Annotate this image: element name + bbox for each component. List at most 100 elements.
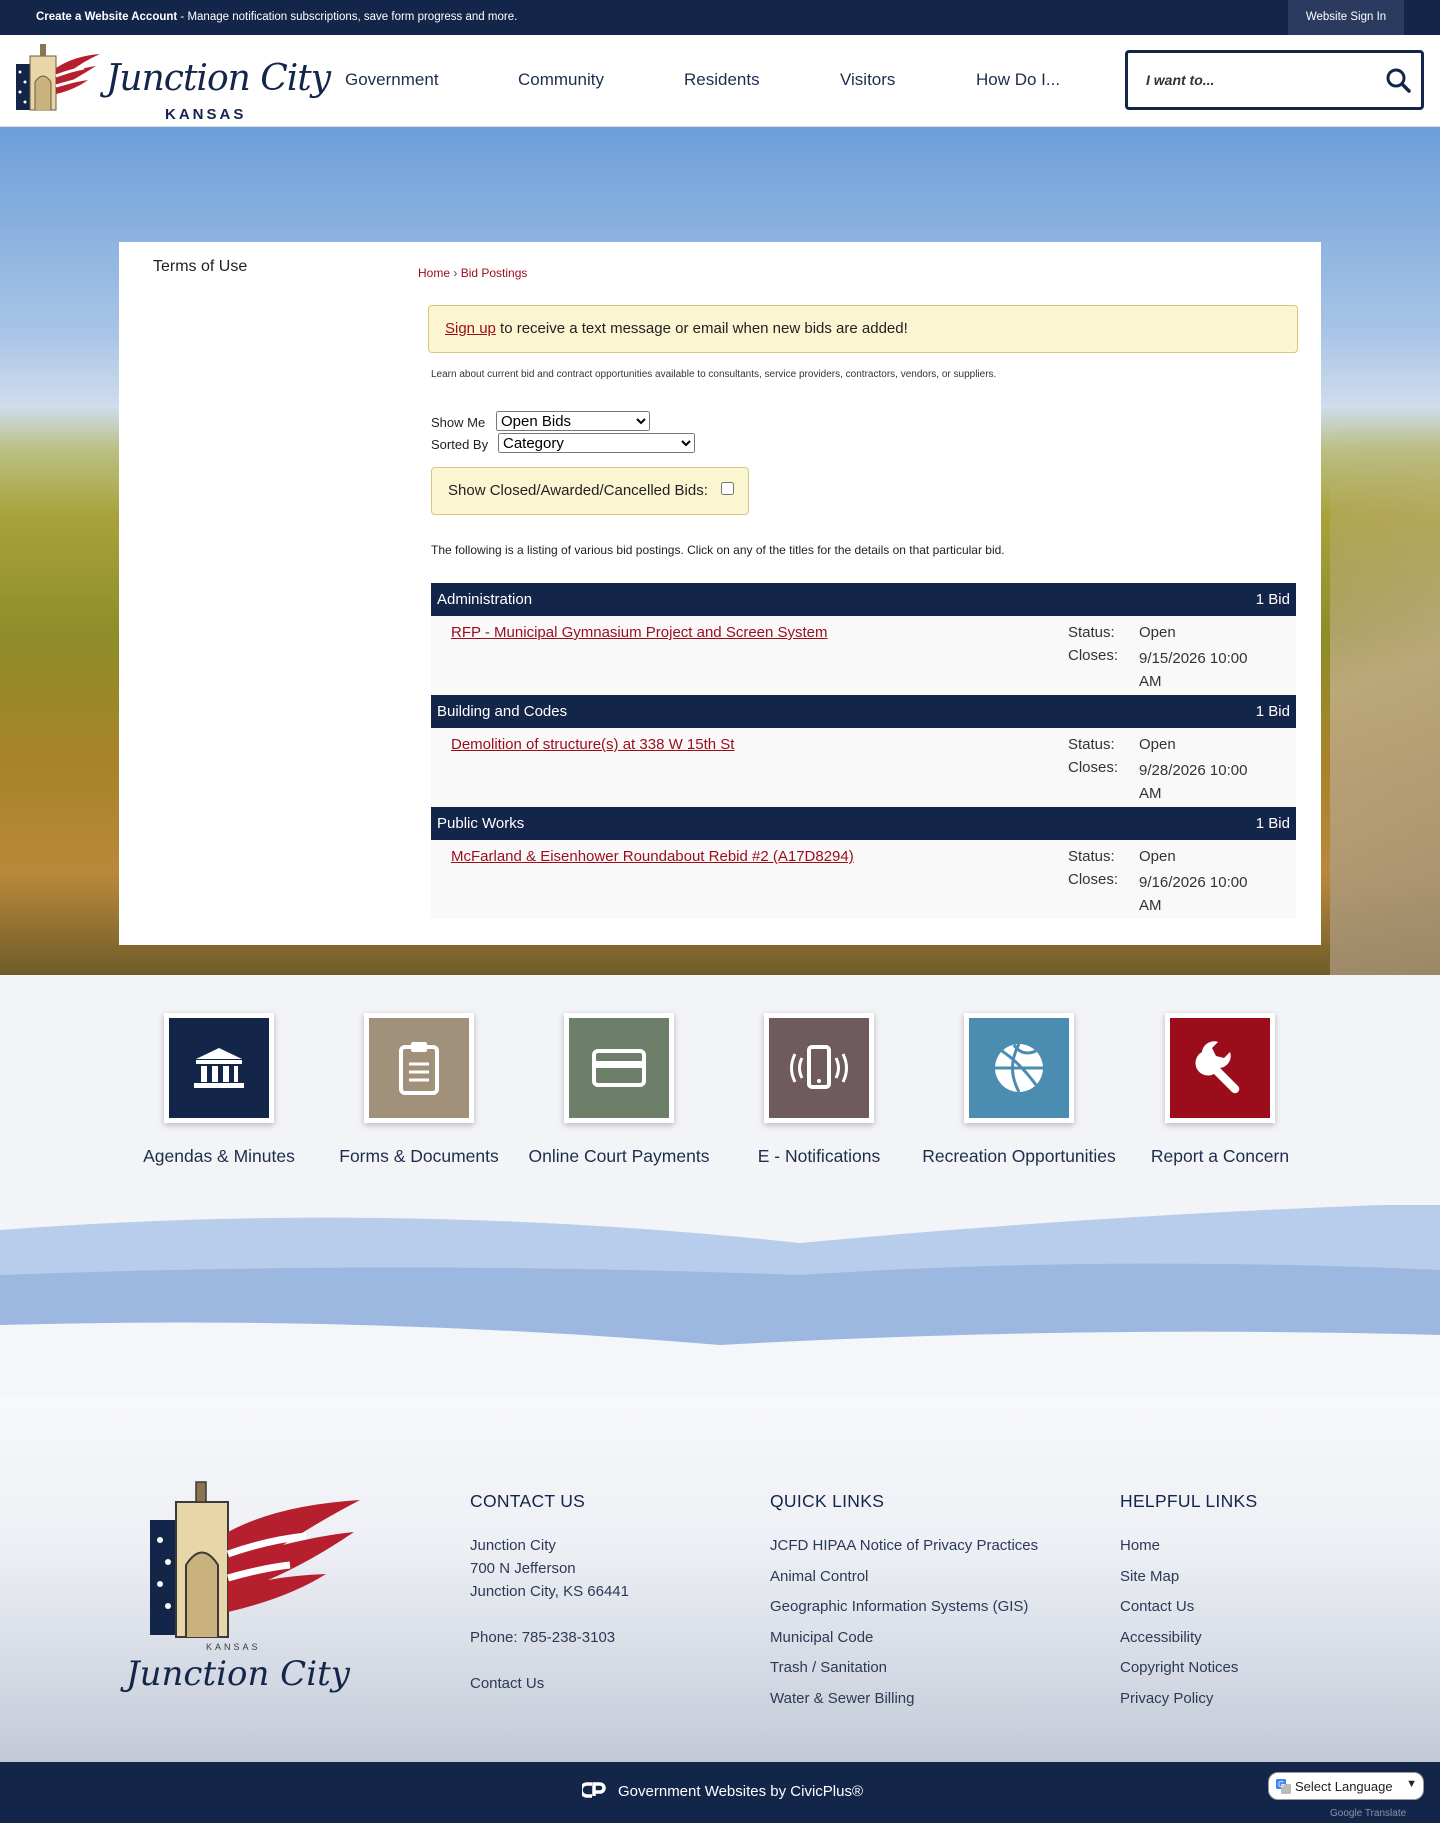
search-input[interactable] — [1146, 69, 1366, 91]
quick-link-tile — [564, 1013, 674, 1123]
bid-title-link[interactable]: Demolition of structure(s) at 338 W 15th… — [451, 736, 734, 753]
create-account-text: - Manage notification subscriptions, sav… — [177, 11, 518, 23]
contact-street: 700 N Jefferson — [470, 1560, 576, 1577]
breadcrumb: Home › Bid Postings — [418, 266, 527, 280]
footer-helpful-link[interactable]: Home — [1120, 1534, 1257, 1557]
footer-helpful-link[interactable]: Contact Us — [1120, 1595, 1257, 1618]
footer-logo-script: Junction City — [120, 1654, 351, 1694]
footer-quick-link[interactable]: JCFD HIPAA Notice of Privacy Practices — [770, 1534, 1038, 1557]
breadcrumb-home[interactable]: Home — [418, 266, 450, 280]
contact-phone: Phone: 785-238-3103 — [470, 1629, 616, 1646]
main-content: Terms of Use Home › Bid Postings Sign up… — [119, 242, 1321, 945]
quick-link-report-concern[interactable]: Report a Concern — [1120, 1013, 1320, 1169]
category-header: Administration 1 Bid — [431, 583, 1296, 616]
website-sign-in-button[interactable]: Website Sign In — [1288, 0, 1404, 35]
quick-link-label: E - Notifications — [757, 1146, 881, 1166]
footer-quick-link[interactable]: Trash / Sanitation — [770, 1656, 1038, 1679]
create-account-message[interactable]: Create a Website Account - Manage notifi… — [36, 11, 517, 23]
footer-helpful-link[interactable]: Copyright Notices — [1120, 1656, 1257, 1679]
nav-visitors[interactable]: Visitors — [840, 70, 895, 90]
signup-link[interactable]: Sign up — [445, 320, 496, 337]
intro-text: Learn about current bid and contract opp… — [431, 369, 997, 380]
civicplus-logo-icon — [582, 1782, 606, 1798]
site-header: Junction City KANSAS Government Communit… — [0, 35, 1440, 127]
footer-quick-links-column: QUICK LINKS JCFD HIPAA Notice of Privacy… — [770, 1491, 1038, 1717]
quick-link-e-notifications[interactable]: E - Notifications — [719, 1013, 919, 1169]
bottom-bar: Government Websites by CivicPlus® G Sele… — [0, 1762, 1440, 1823]
site-logo[interactable]: Junction City KANSAS — [14, 42, 331, 123]
status-label: Status: — [1068, 848, 1115, 865]
closes-value: 9/16/2026 10:00 AM — [1139, 874, 1248, 914]
helpful-links-heading: HELPFUL LINKS — [1120, 1491, 1258, 1511]
status-value: Open — [1139, 736, 1176, 753]
closes-label: Closes: — [1068, 647, 1119, 664]
search-icon[interactable] — [1385, 67, 1411, 93]
basketball-icon — [969, 1018, 1069, 1118]
nav-how-do-i[interactable]: How Do I... — [976, 70, 1060, 90]
quick-link-label: Forms & Documents — [339, 1146, 499, 1166]
footer-logo-icon[interactable]: KANSAS Junction City — [118, 1470, 363, 1705]
bid-title-link[interactable]: McFarland & Eisenhower Roundabout Rebid … — [451, 848, 854, 865]
category-header: Public Works 1 Bid — [431, 807, 1296, 840]
footer-helpful-link[interactable]: Accessibility — [1120, 1626, 1257, 1649]
contact-us-link[interactable]: Contact Us — [470, 1672, 629, 1695]
breadcrumb-current[interactable]: Bid Postings — [461, 266, 528, 280]
closes-label: Closes: — [1068, 871, 1119, 888]
quick-link-agendas[interactable]: Agendas & Minutes — [119, 1013, 319, 1169]
quick-link-tile — [364, 1013, 474, 1123]
quick-link-label: Online Court Payments — [528, 1146, 710, 1166]
show-closed-box: Show Closed/Awarded/Cancelled Bids: — [431, 467, 749, 515]
bid-row: Demolition of structure(s) at 338 W 15th… — [431, 728, 1296, 807]
credit-card-icon — [569, 1018, 669, 1118]
civicplus-credit-link[interactable]: Government Websites by CivicPlus® — [618, 1783, 863, 1800]
wrench-icon — [1170, 1018, 1270, 1118]
language-select-label: Select Language — [1295, 1779, 1393, 1794]
sorted-by-select[interactable]: Category — [498, 433, 695, 453]
closes-value: 9/15/2026 10:00 AM — [1139, 650, 1248, 690]
contact-heading: CONTACT US — [470, 1491, 586, 1511]
status-label: Status: — [1068, 736, 1115, 753]
nav-government[interactable]: Government — [345, 70, 439, 90]
bid-category: Building and Codes 1 Bid Demolition of s… — [431, 695, 1296, 807]
category-name: Public Works — [437, 815, 525, 832]
bid-category: Administration 1 Bid RFP - Municipal Gym… — [431, 583, 1296, 695]
svg-text:G: G — [1278, 1780, 1284, 1789]
chevron-down-icon: ▼ — [1406, 1778, 1417, 1790]
nav-residents[interactable]: Residents — [684, 70, 760, 90]
show-me-select[interactable]: Open Bids — [496, 411, 650, 431]
footer-quick-link[interactable]: Municipal Code — [770, 1626, 1038, 1649]
footer-quick-link[interactable]: Water & Sewer Billing — [770, 1687, 1038, 1710]
quick-link-label: Recreation Opportunities — [922, 1146, 1116, 1166]
listing-text: The following is a listing of various bi… — [431, 543, 1005, 557]
quick-link-court-payments[interactable]: Online Court Payments — [519, 1013, 719, 1169]
quick-link-label: Report a Concern — [1150, 1146, 1290, 1166]
quick-link-forms[interactable]: Forms & Documents — [319, 1013, 519, 1169]
category-count: 1 Bid — [1255, 703, 1290, 720]
bid-title-link[interactable]: RFP - Municipal Gymnasium Project and Sc… — [451, 624, 828, 641]
sidebar-terms-of-use-link[interactable]: Terms of Use — [153, 258, 247, 276]
footer-quick-link[interactable]: Animal Control — [770, 1565, 1038, 1588]
bid-category: Public Works 1 Bid McFarland & Eisenhowe… — [431, 807, 1296, 919]
bid-row: RFP - Municipal Gymnasium Project and Sc… — [431, 616, 1296, 695]
quick-link-tile — [1165, 1013, 1275, 1123]
nav-community[interactable]: Community — [518, 70, 604, 90]
footer-quick-link[interactable]: Geographic Information Systems (GIS) — [770, 1595, 1038, 1618]
breadcrumb-separator: › — [450, 266, 461, 280]
hero-dirt-path — [1330, 427, 1440, 975]
bid-row: McFarland & Eisenhower Roundabout Rebid … — [431, 840, 1296, 919]
footer-helpful-link[interactable]: Privacy Policy — [1120, 1687, 1257, 1710]
language-select[interactable]: G Select Language ▼ — [1268, 1772, 1424, 1800]
show-closed-checkbox[interactable] — [721, 482, 734, 495]
footer-helpful-link[interactable]: Site Map — [1120, 1565, 1257, 1588]
create-account-link[interactable]: Create a Website Account — [36, 11, 177, 23]
closes-label: Closes: — [1068, 759, 1119, 776]
logo-arch-flag-icon — [16, 44, 100, 111]
quick-link-recreation[interactable]: Recreation Opportunities — [919, 1013, 1119, 1169]
logo-wordmark: Junction City — [106, 58, 331, 99]
quick-link-tile — [764, 1013, 874, 1123]
footer-helpful-links-column: HELPFUL LINKS Home Site Map Contact Us A… — [1120, 1491, 1257, 1717]
government-building-icon — [169, 1018, 269, 1118]
category-count: 1 Bid — [1255, 815, 1290, 832]
status-label: Status: — [1068, 624, 1115, 641]
show-closed-label: Show Closed/Awarded/Cancelled Bids: — [448, 482, 708, 499]
